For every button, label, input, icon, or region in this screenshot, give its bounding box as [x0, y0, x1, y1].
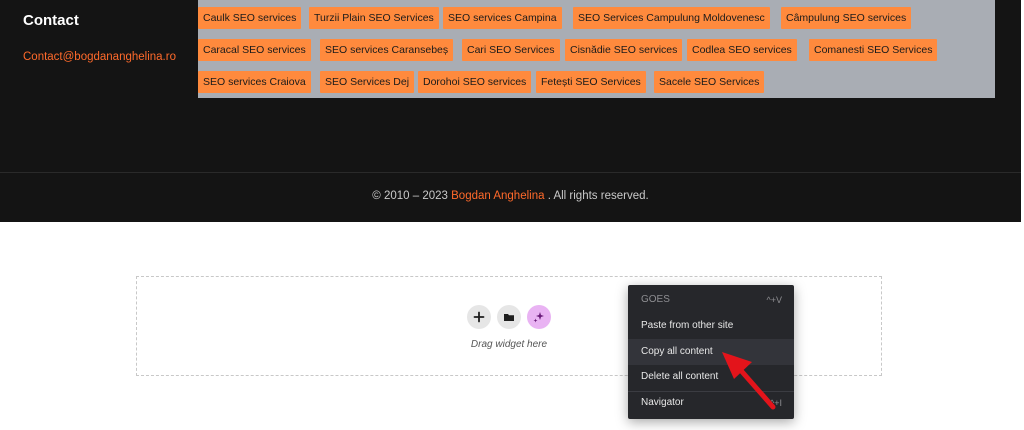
folder-icon	[504, 314, 514, 321]
seo-tags-panel: Caulk SEO services Turzii Plain SEO Serv…	[198, 0, 995, 98]
seo-tag[interactable]: Cisnădie SEO services	[565, 39, 683, 61]
seo-tag[interactable]: Fetești SEO Services	[536, 71, 646, 93]
footer-bottom: © 2010 – 2023 Bogdan Anghelina . All rig…	[0, 173, 1021, 222]
seo-tag[interactable]: Caulk SEO services	[198, 7, 302, 29]
copyright-suffix: . All rights reserved.	[544, 190, 649, 202]
context-menu: GOES ^+V Paste from other site Copy all …	[628, 285, 794, 419]
menu-header-shortcut: ^+V	[766, 295, 782, 305]
add-icon	[473, 311, 485, 323]
seo-tag[interactable]: Caracal SEO services	[198, 39, 311, 61]
seo-tag[interactable]: SEO services Campina	[443, 7, 562, 29]
seo-tag[interactable]: Dorohoi SEO services	[418, 71, 532, 93]
seo-tag[interactable]: Codlea SEO services	[687, 39, 797, 61]
menu-header-paste: GOES ^+V	[628, 287, 794, 313]
menu-header-label: GOES	[641, 294, 670, 305]
copyright-brand-link[interactable]: Bogdan Anghelina	[451, 190, 544, 202]
seo-tag[interactable]: Comanesti SEO Services	[809, 39, 938, 61]
menu-item-navigator[interactable]: Navigator ^+I	[628, 390, 794, 416]
footer-top: Contact Contact@bogdananghelina.ro Caulk…	[0, 0, 1021, 172]
seo-tag[interactable]: SEO Services Dej	[320, 71, 415, 93]
add-template-button[interactable]	[497, 305, 521, 329]
menu-item-label: Paste from other site	[641, 320, 734, 331]
seo-tag[interactable]: Turzii Plain SEO Services	[309, 7, 439, 29]
menu-item-delete-all-content[interactable]: Delete all content	[628, 364, 794, 390]
contact-email-link[interactable]: Contact@bogdananghelina.ro	[23, 51, 176, 63]
menu-item-label: Delete all content	[641, 371, 719, 382]
seo-tag[interactable]: Cari SEO Services	[462, 39, 560, 61]
add-section-button[interactable]	[467, 305, 491, 329]
menu-item-shortcut: ^+I	[770, 398, 782, 408]
menu-item-copy-all-content[interactable]: Copy all content	[628, 339, 794, 365]
seo-tag[interactable]: SEO services Craiova	[198, 71, 311, 93]
seo-tag[interactable]: Câmpulung SEO services	[781, 7, 912, 29]
seo-tag[interactable]: SEO Services Campulung Moldovenesc	[573, 7, 770, 29]
menu-item-label: Navigator	[641, 397, 684, 408]
seo-tag[interactable]: Sacele SEO Services	[654, 71, 765, 93]
copyright-text: © 2010 – 2023 Bogdan Anghelina . All rig…	[0, 190, 1021, 202]
copyright-prefix: © 2010 – 2023	[372, 190, 452, 202]
menu-item-paste-from-other-site[interactable]: Paste from other site	[628, 313, 794, 339]
seo-tag[interactable]: SEO services Caransebeș	[320, 39, 454, 61]
menu-item-label: Copy all content	[641, 346, 713, 357]
sparkle-icon	[533, 312, 544, 323]
ai-generate-button[interactable]	[527, 305, 551, 329]
contact-heading: Contact	[23, 12, 79, 29]
